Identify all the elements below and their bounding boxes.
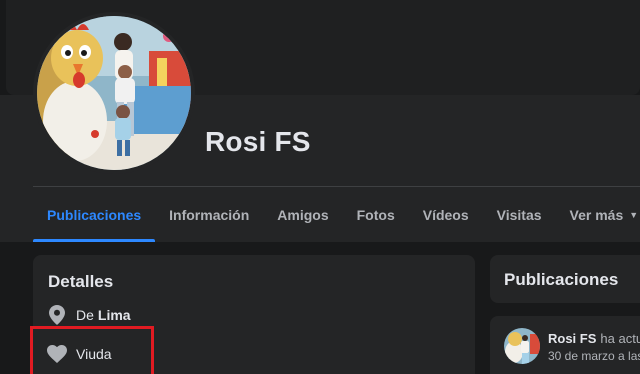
location-pin-icon [47,305,67,325]
post-timestamp[interactable]: 30 de marzo a las [548,349,640,363]
tab-visitas[interactable]: Visitas [483,187,556,242]
post-author-name[interactable]: Rosi FS [548,331,596,346]
detail-hometown: De Lima [47,305,131,325]
post-header: Rosi FS ha actua [548,331,640,346]
profile-photo [37,16,191,170]
tab-videos[interactable]: Vídeos [409,187,483,242]
posts-title: Publicaciones [504,270,619,289]
tab-publicaciones[interactable]: Publicaciones [33,187,156,242]
tab-ver-mas-label: Ver más [569,206,624,223]
posts-card: Publicaciones [490,255,640,303]
detail-hometown-value[interactable]: Lima [98,307,131,323]
post-card: Rosi FS ha actua 30 de marzo a las [490,316,640,374]
tab-fotos[interactable]: Fotos [343,187,409,242]
tab-ver-mas[interactable]: Ver más ▼ [556,187,640,242]
profile-picture[interactable] [33,12,195,174]
tab-informacion[interactable]: Información [155,187,263,242]
post-author-avatar[interactable] [504,328,540,364]
tab-amigos[interactable]: Amigos [263,187,342,242]
caret-down-icon: ▼ [629,209,639,220]
profile-tabs: Publicaciones Información Amigos Fotos V… [33,187,640,242]
post-action: ha actua [600,331,640,346]
details-title: Detalles [48,272,114,291]
annotation-highlight-box [30,326,154,374]
detail-hometown-prefix: De [76,307,94,323]
profile-name: Rosi FS [205,126,311,157]
